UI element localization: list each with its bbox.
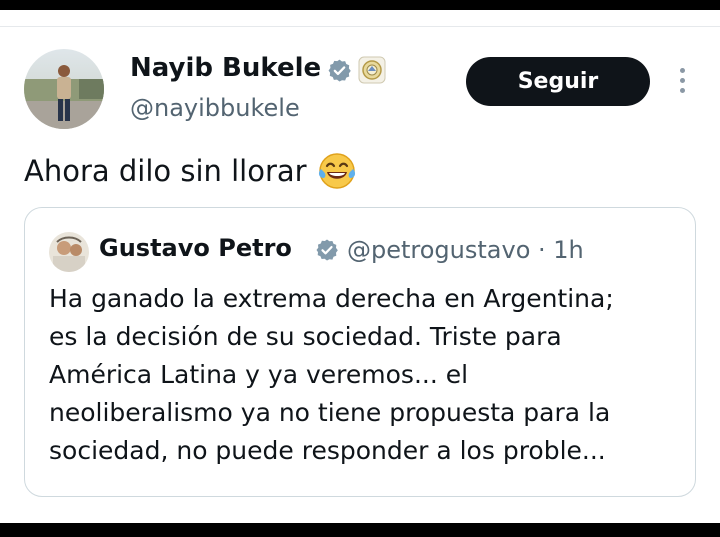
- quoted-tweet-body: Ha ganado la extrema derecha en Argentin…: [49, 284, 614, 465]
- tweet-text-content: Ahora dilo sin llorar: [24, 154, 307, 188]
- author-name[interactable]: Nayib Bukele: [130, 53, 321, 83]
- more-vertical-icon[interactable]: [676, 68, 688, 98]
- header-divider: [0, 26, 720, 27]
- quoted-author-name[interactable]: Gustavo Petro: [99, 234, 292, 262]
- author-handle[interactable]: @nayibbukele: [130, 94, 300, 122]
- quoted-tweet-card[interactable]: Gustavo Petro @petrogustavo · 1h Ha gana…: [24, 207, 696, 497]
- el-salvador-seal-icon: [358, 56, 386, 84]
- quoted-author-avatar[interactable]: [49, 232, 89, 272]
- top-frame-bar: [0, 0, 720, 10]
- follow-button[interactable]: Seguir: [466, 57, 650, 106]
- verified-badge-icon: [327, 58, 352, 83]
- tears-of-joy-emoji-icon: [317, 151, 357, 191]
- quoted-author-handle-time[interactable]: @petrogustavo · 1h: [347, 236, 584, 264]
- quoted-verified-badge-icon: [315, 238, 339, 262]
- bottom-frame-bar: [0, 523, 720, 537]
- author-avatar[interactable]: [24, 49, 104, 129]
- tweet-text: Ahora dilo sin llorar: [24, 151, 357, 191]
